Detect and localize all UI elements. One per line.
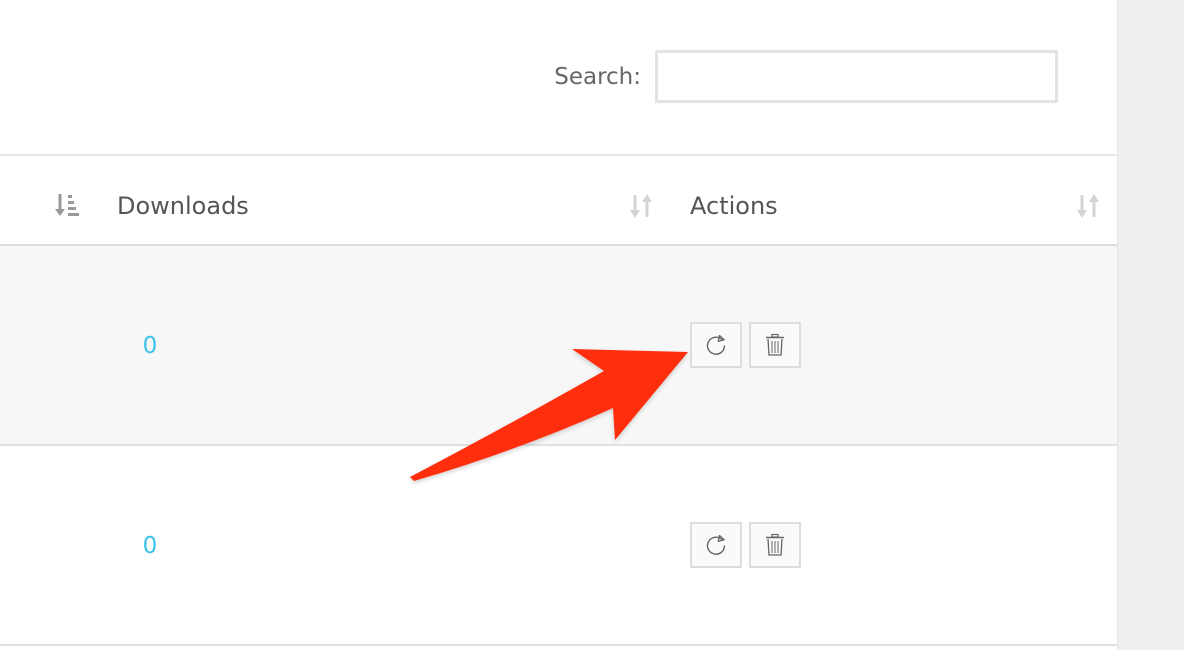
- data-table: Downloads Actions 0 0: [0, 154, 1117, 646]
- table-row: 0: [0, 246, 1117, 446]
- table-row: 0: [0, 446, 1117, 646]
- search-input[interactable]: [655, 50, 1058, 103]
- downloads-count[interactable]: 0: [130, 246, 170, 444]
- search-bar: Search:: [554, 50, 1058, 103]
- sort-amount-down-icon[interactable]: [54, 192, 82, 218]
- refresh-icon: [706, 534, 726, 555]
- refresh-button[interactable]: [690, 322, 742, 368]
- sort-icon[interactable]: [1075, 192, 1103, 220]
- trash-icon: [766, 533, 784, 556]
- sort-icon[interactable]: [628, 192, 656, 220]
- delete-button[interactable]: [749, 522, 801, 568]
- content-panel: Search: Downloads Actions 0 0: [0, 0, 1118, 650]
- trash-icon: [766, 333, 784, 356]
- refresh-button[interactable]: [690, 522, 742, 568]
- column-header-downloads[interactable]: Downloads: [117, 156, 249, 244]
- delete-button[interactable]: [749, 322, 801, 368]
- table-header: Downloads Actions: [0, 154, 1117, 246]
- search-label: Search:: [554, 63, 641, 90]
- downloads-count[interactable]: 0: [130, 446, 170, 644]
- column-header-actions[interactable]: Actions: [690, 156, 778, 244]
- refresh-icon: [706, 334, 726, 355]
